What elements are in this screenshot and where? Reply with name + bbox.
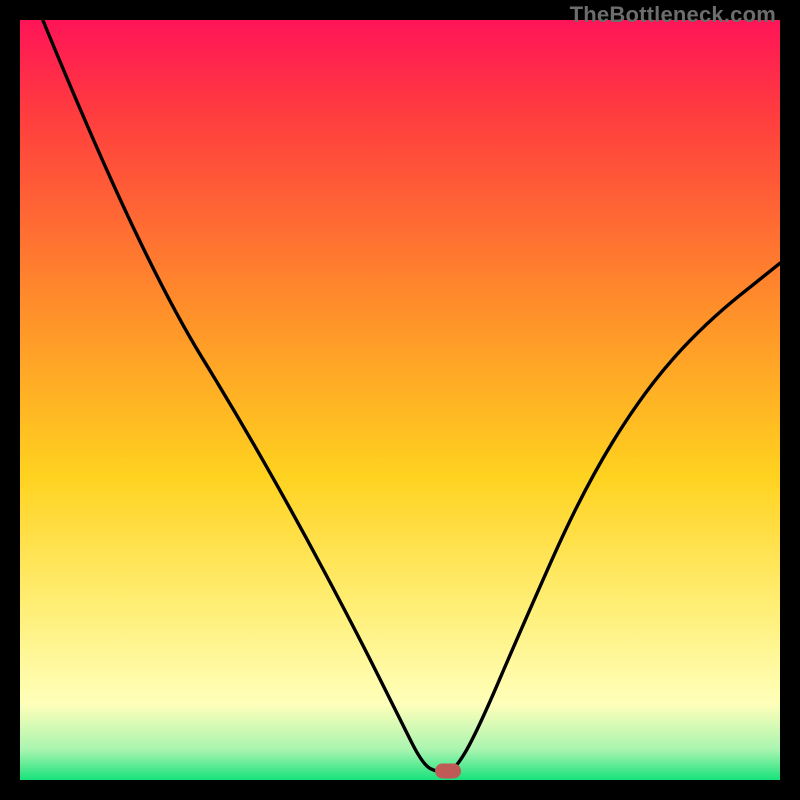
bottleneck-curve	[20, 20, 780, 780]
plot-area	[20, 20, 780, 780]
optimum-marker	[435, 763, 461, 778]
chart-stage: TheBottleneck.com	[0, 0, 800, 800]
watermark-text: TheBottleneck.com	[570, 2, 776, 28]
curve-path	[43, 20, 780, 772]
